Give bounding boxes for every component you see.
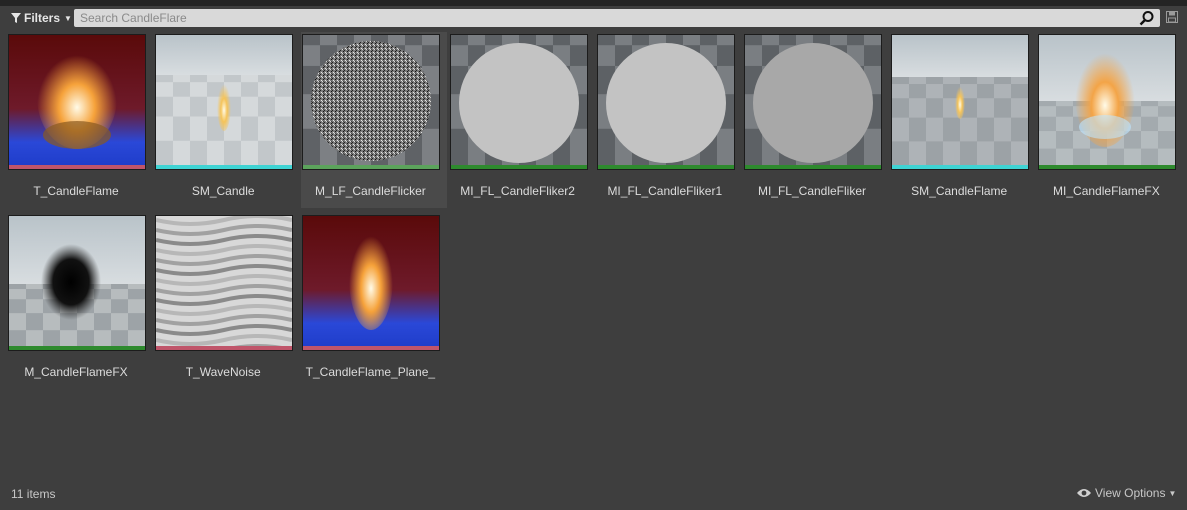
asset-tile[interactable]: MI_FL_CandleFliker2 (449, 32, 595, 208)
filters-label: Filters (24, 11, 61, 25)
asset-thumbnail (302, 34, 441, 170)
funnel-icon (11, 13, 21, 23)
asset-name: M_LF_CandleFlicker (315, 184, 426, 198)
asset-name: SM_Candle (191, 184, 255, 198)
asset-type-color-bar (303, 165, 440, 169)
asset-type-color-bar (156, 165, 293, 169)
asset-name: MI_FL_CandleFliker2 (460, 184, 575, 198)
asset-thumbnail (8, 215, 146, 351)
asset-type-color-bar (597, 165, 734, 169)
asset-type-color-bar (9, 346, 145, 350)
asset-thumbnail (449, 34, 588, 170)
asset-name: T_CandleFlame (33, 184, 119, 198)
asset-tile[interactable]: T_WaveNoise (154, 213, 300, 389)
asset-tile[interactable]: T_CandleFlame_Plane_ (301, 213, 447, 389)
asset-thumbnail (8, 34, 146, 170)
toolbar-top-border (0, 0, 1187, 6)
asset-name: MI_FL_CandleFliker (757, 184, 867, 198)
asset-tile[interactable]: M_LF_CandleFlicker (301, 32, 448, 208)
asset-thumbnail (744, 34, 882, 170)
filters-button[interactable]: Filters ▼ (8, 9, 75, 27)
asset-thumbnail (1038, 34, 1177, 170)
asset-tile[interactable]: M_CandleFlameFX (7, 213, 153, 389)
asset-type-color-bar (303, 346, 440, 350)
asset-tile[interactable]: T_CandleFlame (7, 32, 153, 208)
chevron-down-icon: ▼ (64, 13, 72, 23)
asset-name: MI_CandleFlameFX (1053, 184, 1160, 198)
item-count: 11 items (11, 487, 56, 501)
asset-thumbnail (302, 215, 441, 351)
asset-type-color-bar (892, 165, 1029, 169)
asset-thumbnail (596, 34, 735, 170)
asset-tile[interactable]: MI_CandleFlameFX (1037, 32, 1183, 208)
asset-thumbnail (155, 215, 294, 351)
asset-name: T_CandleFlame_Plane_ (305, 365, 436, 379)
view-options-label: View Options (1095, 486, 1166, 500)
asset-tile[interactable]: MI_FL_CandleFliker1 (596, 32, 742, 208)
asset-name: M_CandleFlameFX (24, 365, 128, 379)
asset-name: SM_CandleFlame (911, 184, 1008, 198)
asset-type-color-bar (156, 346, 293, 350)
asset-thumbnail (155, 34, 294, 170)
view-options-button[interactable]: View Options ▼ (1076, 486, 1176, 500)
chevron-down-icon: ▼ (1168, 488, 1177, 498)
asset-thumbnail (891, 34, 1030, 170)
asset-name: MI_FL_CandleFliker1 (607, 184, 723, 198)
asset-tile[interactable]: MI_FL_CandleFliker (743, 32, 889, 208)
asset-type-color-bar (9, 165, 145, 169)
search-input[interactable] (74, 9, 1140, 27)
toolbar: Filters ▼ (0, 0, 1187, 34)
save-search-icon[interactable] (1166, 11, 1178, 23)
search-icon[interactable] (1139, 10, 1155, 26)
asset-tile[interactable]: SM_Candle (154, 32, 300, 208)
asset-name: T_WaveNoise (185, 365, 261, 379)
asset-tile[interactable]: SM_CandleFlame (890, 32, 1036, 208)
search-box[interactable] (74, 9, 1160, 27)
asset-type-color-bar (745, 165, 881, 169)
asset-type-color-bar (450, 165, 587, 169)
asset-type-color-bar (1039, 165, 1176, 169)
eye-icon (1077, 489, 1091, 497)
